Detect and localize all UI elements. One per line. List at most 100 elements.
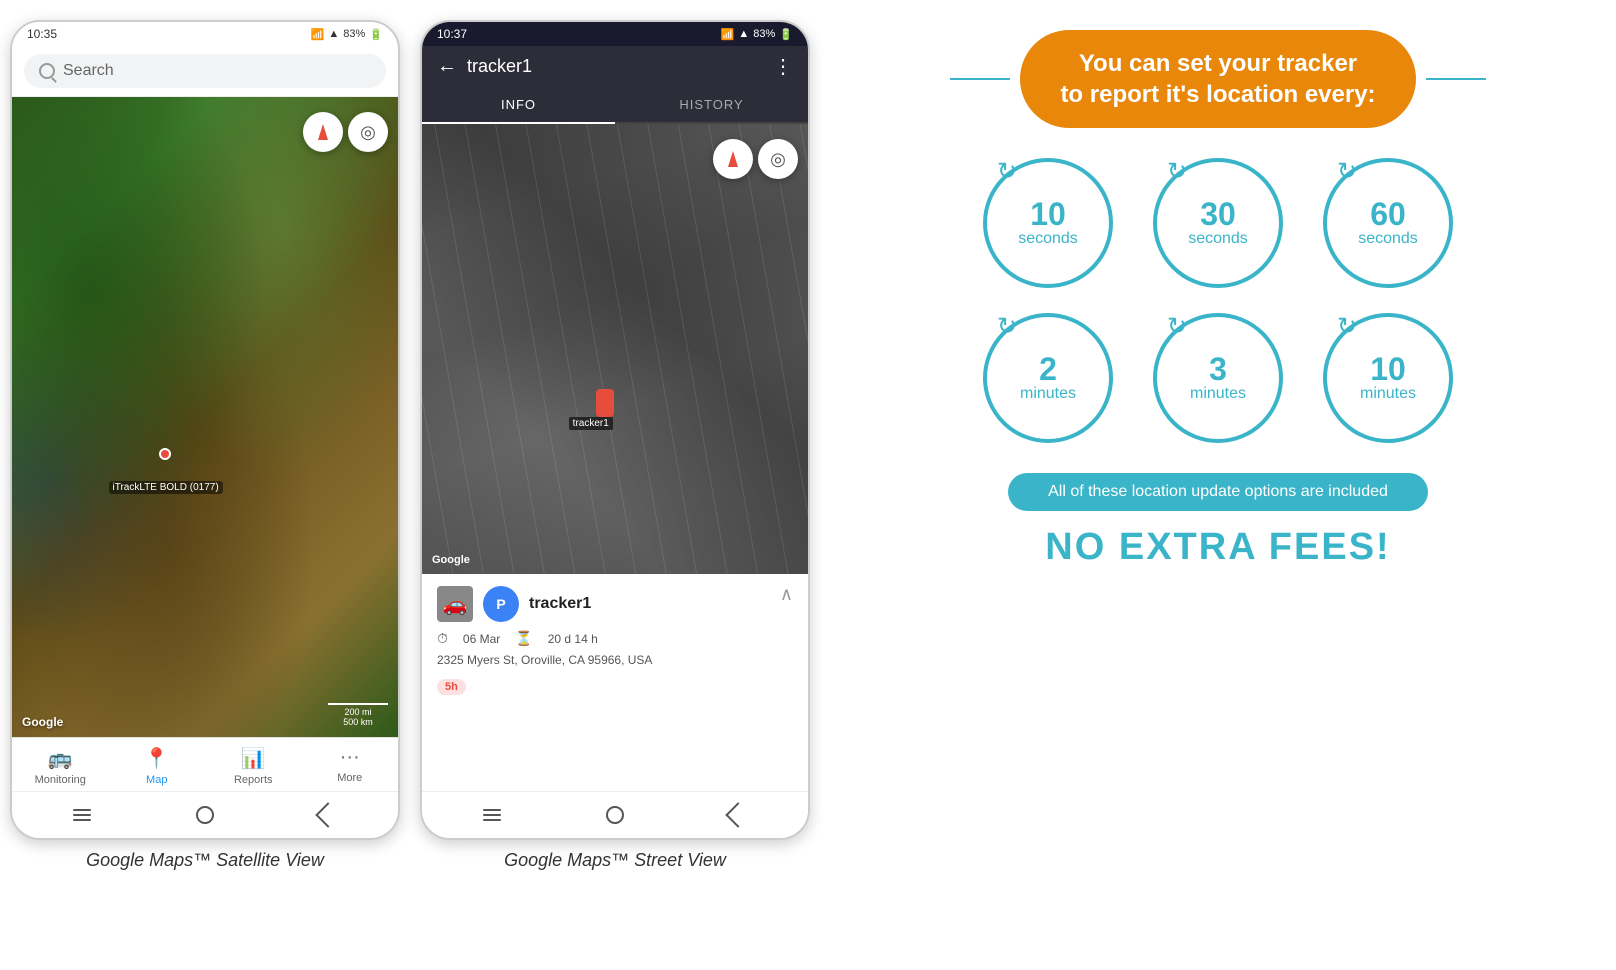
time-number-60sec: 60	[1370, 198, 1406, 230]
wifi-icon: 📶	[311, 28, 325, 41]
red-car-marker	[596, 389, 614, 417]
phone2-status-bar: 10:37 📶 ▲ 83% 🔋	[422, 22, 808, 46]
nav-reports[interactable]: 📊 Reports	[223, 746, 283, 786]
time-unit-10min: minutes	[1360, 385, 1416, 403]
phones-section: 10:35 📶 ▲ 83% 🔋 Search	[0, 0, 820, 891]
map-marker	[159, 448, 179, 468]
satellite-map[interactable]: ◎ iTrackLTE BOLD (0177) Google 200 mi 50…	[12, 97, 398, 737]
info-title-banner: You can set your trackerto report it's l…	[1020, 30, 1415, 128]
p2-battery-text: 83%	[753, 28, 775, 40]
info-title-text: You can set your trackerto report it's l…	[1060, 50, 1375, 108]
search-placeholder: Search	[63, 62, 114, 80]
phone1-status-icons: 📶 ▲ 83% 🔋	[311, 28, 383, 41]
scale-bar: 200 mi 500 km	[328, 703, 388, 727]
compass-needle2	[728, 151, 738, 167]
sys-lines-icon	[73, 809, 91, 821]
tab-info-label: INFO	[501, 97, 536, 112]
location-icon2: ◎	[770, 149, 786, 170]
compass-button2[interactable]	[713, 139, 753, 179]
time-unit-10sec: seconds	[1018, 230, 1078, 248]
sys2-circle-icon	[606, 806, 624, 824]
chevron-up-icon[interactable]: ∧	[780, 584, 793, 605]
sys-circle-icon	[196, 806, 214, 824]
location-icon: ◎	[360, 122, 376, 143]
phone1-status-bar: 10:35 📶 ▲ 83% 🔋	[12, 22, 398, 46]
phone2-wrapper: 10:37 📶 ▲ 83% 🔋 ← tracker1 ⋮ INFO	[420, 20, 810, 871]
search-input-container[interactable]: Search	[24, 54, 386, 88]
sys2-home-btn[interactable]	[600, 800, 630, 830]
p2-wifi-icon: 📶	[721, 28, 735, 41]
info-tracker-name: tracker1	[529, 595, 591, 613]
search-bar[interactable]: Search	[12, 46, 398, 97]
signal-icon: ▲	[328, 28, 339, 40]
badge-5h: 5h	[437, 679, 466, 695]
no-fees-banner: All of these location update options are…	[1008, 473, 1428, 511]
time-number-10min: 10	[1370, 353, 1406, 385]
map-icon: 📍	[144, 746, 169, 771]
tab-history[interactable]: HISTORY	[615, 87, 808, 122]
time-number-30sec: 30	[1200, 198, 1236, 230]
tracker-label: iTrackLTE BOLD (0177)	[109, 481, 223, 494]
info-date: 06 Mar	[463, 632, 500, 646]
battery-icon: 🔋	[369, 28, 383, 41]
compass-needle	[318, 124, 328, 140]
phone1-time: 10:35	[27, 27, 57, 41]
time-unit-60sec: seconds	[1358, 230, 1418, 248]
system-nav-bar2	[422, 791, 808, 838]
sys2-back-icon	[726, 802, 751, 827]
google-logo: Google	[22, 715, 63, 729]
sys-back-btn[interactable]	[313, 800, 343, 830]
more-menu-icon[interactable]: ⋮	[773, 54, 793, 79]
sys-home-btn[interactable]	[190, 800, 220, 830]
tracker-car-avatar: 🚗	[437, 586, 473, 622]
bottom-nav: 🚌 Monitoring 📍 Map 📊 Reports ··· More	[12, 737, 398, 791]
timer-icon: ⏳	[515, 630, 532, 647]
p2-signal-icon: ▲	[738, 28, 749, 40]
p2-battery-icon: 🔋	[779, 28, 793, 41]
more-icon: ···	[340, 746, 360, 769]
time-circle-10sec: 10 seconds	[983, 158, 1113, 288]
nav-more[interactable]: ··· More	[320, 746, 380, 786]
monitoring-icon: 🚌	[48, 746, 73, 771]
phone1-wrapper: 10:35 📶 ▲ 83% 🔋 Search	[10, 20, 400, 871]
time-unit-3min: minutes	[1190, 385, 1246, 403]
nav-map[interactable]: 📍 Map	[127, 746, 187, 786]
circle-60sec: 60 seconds	[1323, 158, 1453, 288]
no-extra-fees: NO EXTRA FEES!	[1045, 526, 1390, 569]
time-circle-60sec: 60 seconds	[1323, 158, 1453, 288]
circle-10sec: 10 seconds	[983, 158, 1113, 288]
scale-200mi: 200 mi	[328, 707, 388, 717]
sys2-back-btn[interactable]	[723, 800, 753, 830]
monitoring-label: Monitoring	[35, 774, 86, 786]
phone2-title: tracker1	[467, 56, 763, 77]
time-circle-10min: 10 minutes	[1323, 313, 1453, 443]
phone2-status-icons: 📶 ▲ 83% 🔋	[721, 28, 793, 41]
reports-label: Reports	[234, 774, 273, 786]
compass-button[interactable]	[303, 112, 343, 152]
nav-monitoring[interactable]: 🚌 Monitoring	[30, 746, 90, 786]
phone1-caption: Google Maps™ Satellite View	[86, 850, 324, 871]
sys-lines-btn[interactable]	[67, 800, 97, 830]
sys2-lines-icon	[483, 809, 501, 821]
tab-history-label: HISTORY	[679, 97, 743, 112]
info-address: 2325 Myers St, Oroville, CA 95966, USA	[437, 653, 793, 667]
street-map[interactable]: ◎ tracker1 Google	[422, 124, 808, 574]
battery-text: 83%	[343, 28, 365, 40]
info-panel: ∧ 🚗 P tracker1 ⏱ 06 Mar ⏳ 20 d 14 h 2325…	[422, 574, 808, 791]
phone2-tabs: INFO HISTORY	[422, 87, 808, 124]
sys2-lines-btn[interactable]	[477, 800, 507, 830]
map-label: Map	[146, 774, 167, 786]
location-button2[interactable]: ◎	[758, 139, 798, 179]
google-logo2: Google	[432, 554, 470, 566]
satellite-overlay	[12, 97, 398, 737]
back-button[interactable]: ←	[437, 55, 457, 78]
time-circle-3min: 3 minutes	[1153, 313, 1283, 443]
location-button[interactable]: ◎	[348, 112, 388, 152]
tab-info[interactable]: INFO	[422, 87, 615, 124]
time-number-2min: 2	[1039, 353, 1057, 385]
scale-500km: 500 km	[328, 717, 388, 727]
phone2-frame: 10:37 📶 ▲ 83% 🔋 ← tracker1 ⋮ INFO	[420, 20, 810, 840]
tracker1-map-label: tracker1	[569, 417, 613, 430]
time-unit-30sec: seconds	[1188, 230, 1248, 248]
sys-back-icon	[316, 802, 341, 827]
